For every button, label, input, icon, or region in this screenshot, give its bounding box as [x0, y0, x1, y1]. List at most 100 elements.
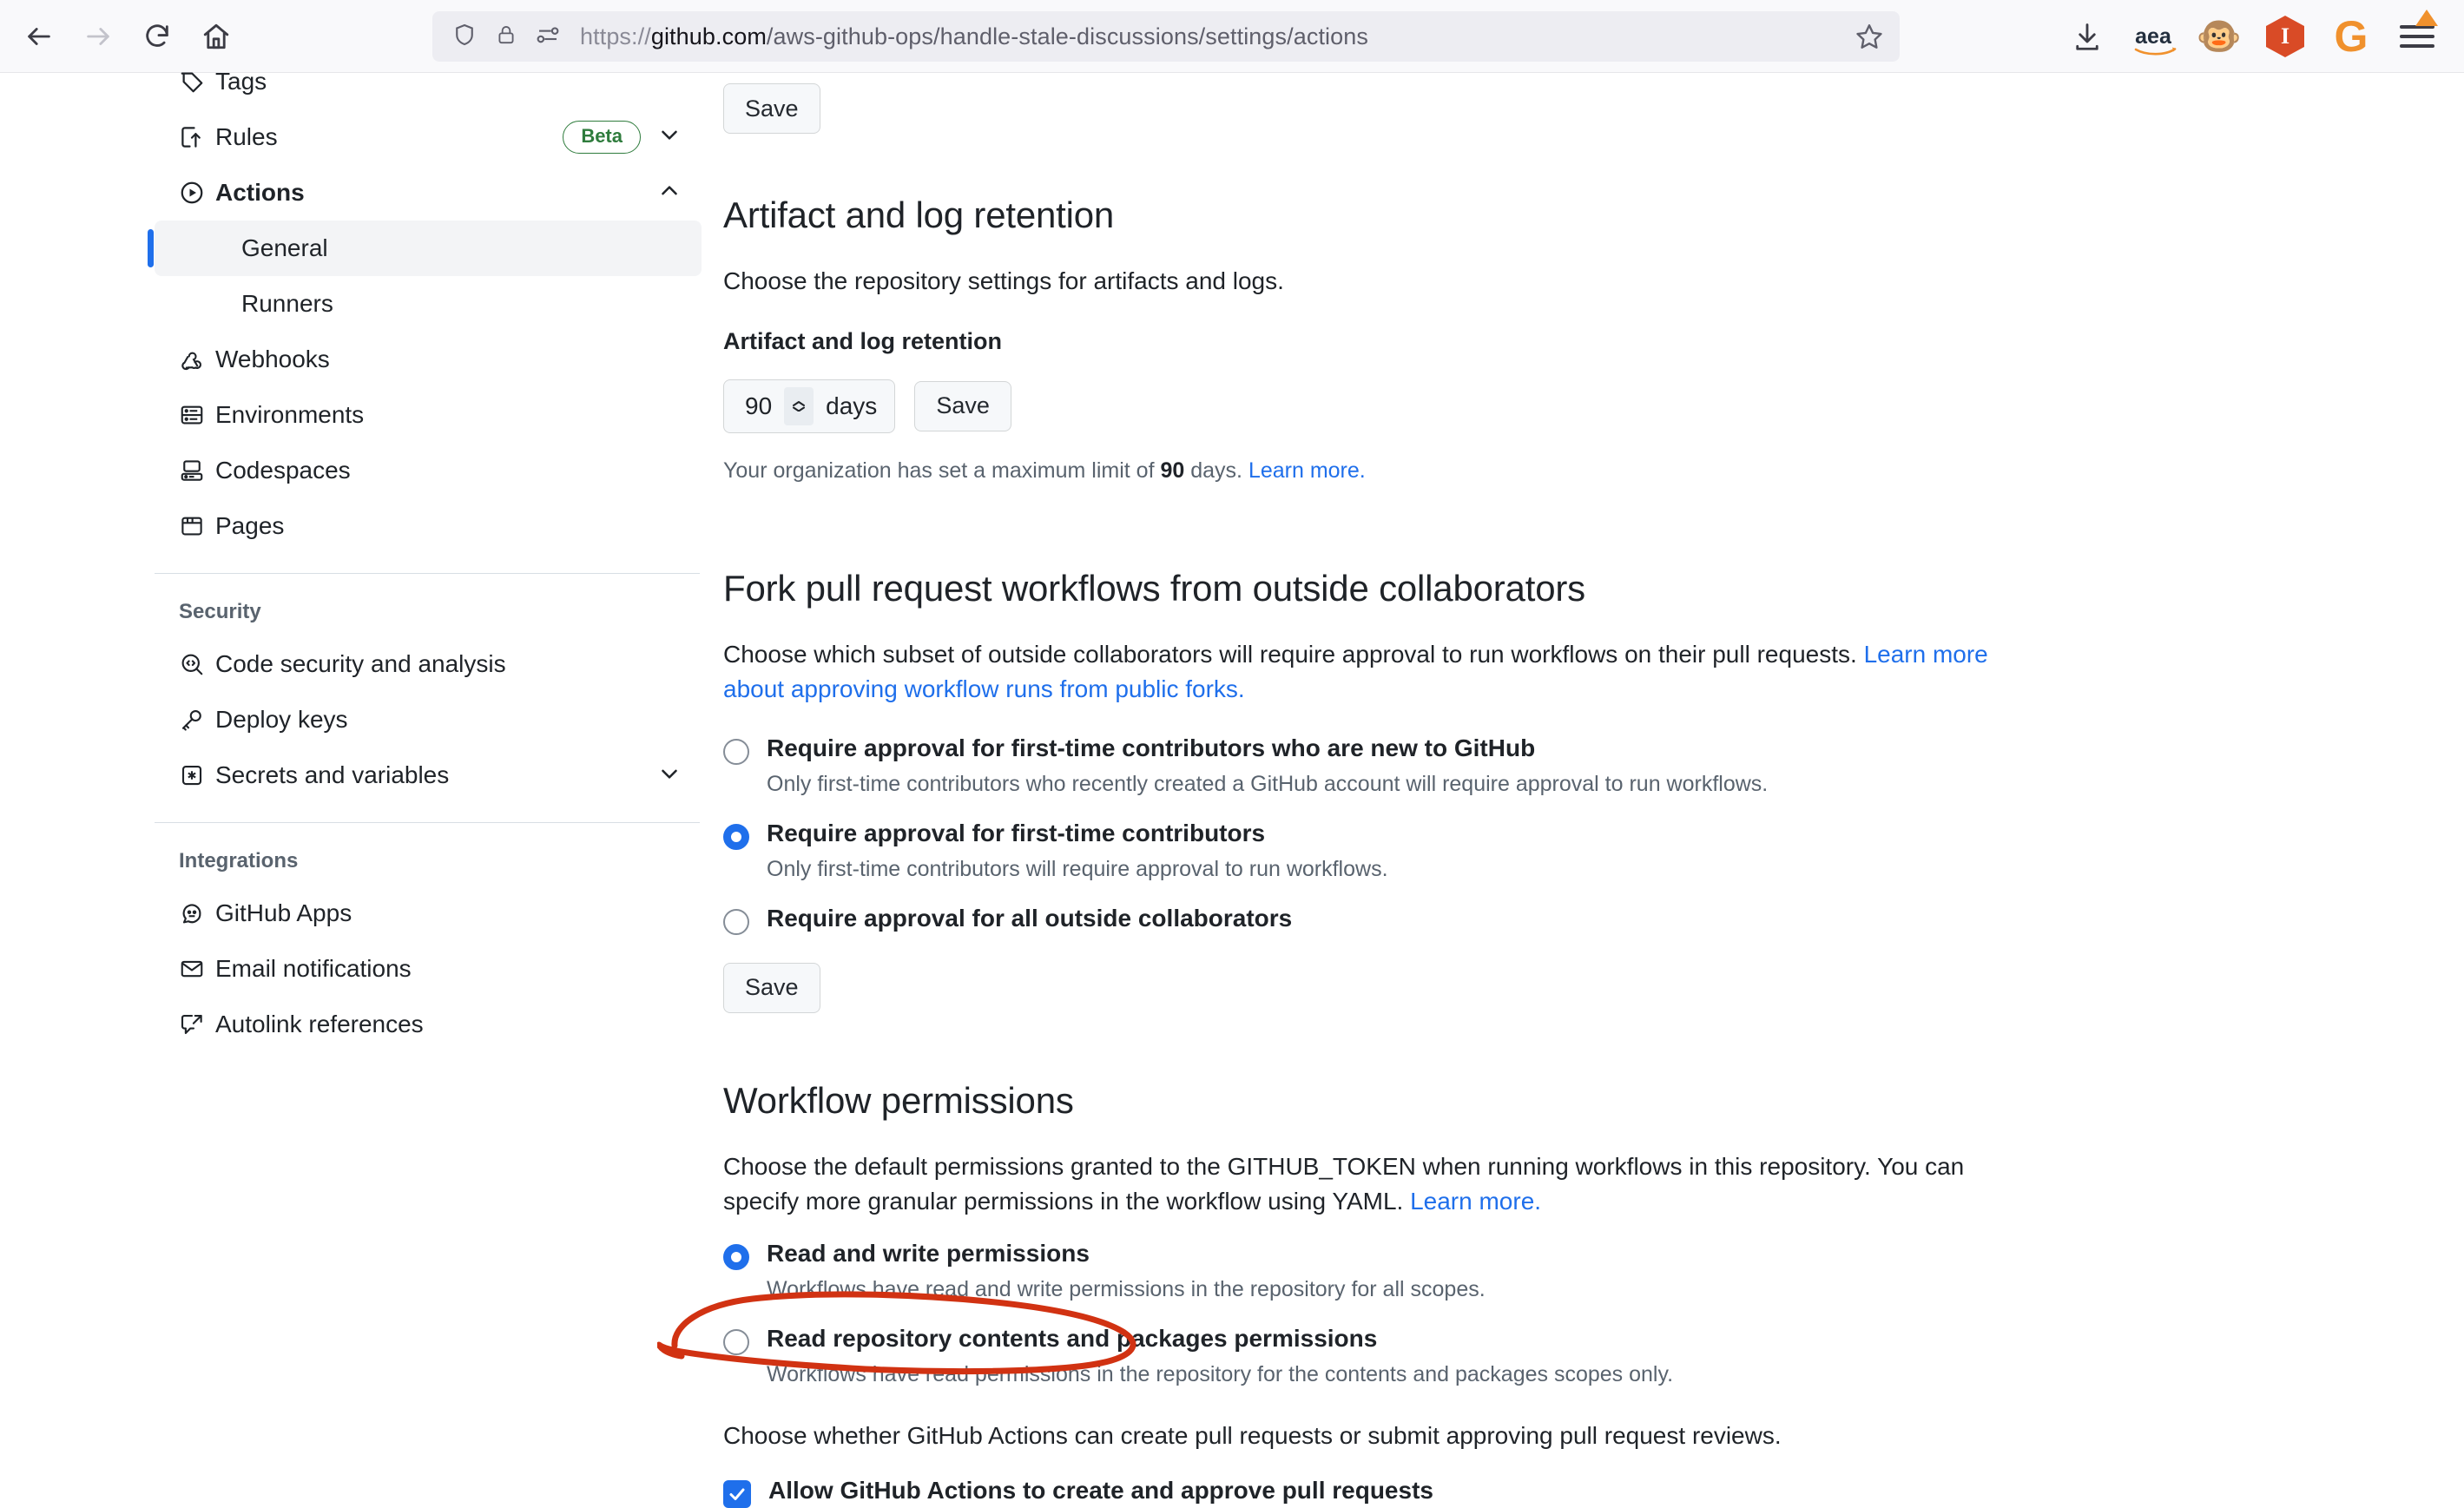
key-icon	[179, 707, 215, 733]
retention-days-stepper[interactable]: 90 days	[723, 379, 896, 433]
fork-workflows-description: Choose which subset of outside collabora…	[723, 641, 1988, 702]
sidebar-item-code-security-and-analysis[interactable]: Code security and analysis	[155, 636, 702, 692]
code-scan-icon	[179, 651, 215, 677]
hexagon-i-label: I	[2266, 16, 2304, 57]
radio-label: Require approval for first-time contribu…	[767, 734, 1536, 761]
radio-button-selected[interactable]	[723, 823, 749, 850]
radio-option-first-time-contributors[interactable]: Require approval for first-time contribu…	[723, 820, 2039, 850]
artifact-retention-field-label: Artifact and log retention	[723, 327, 1003, 354]
sidebar-item-label: GitHub Apps	[215, 899, 352, 926]
external-link-comment-icon	[179, 1011, 215, 1037]
sidebar-item-label: Pages	[215, 512, 285, 539]
checkbox-allow-actions-create-approve-prs[interactable]: Allow GitHub Actions to create and appro…	[723, 1477, 2043, 1508]
checkbox-checked-icon[interactable]	[723, 1480, 751, 1508]
play-circle-icon	[179, 180, 215, 206]
sidebar-item-tags[interactable]: Tags	[155, 54, 702, 109]
sidebar-item-label: Email notifications	[215, 955, 412, 982]
update-triangle-icon	[2415, 10, 2438, 26]
server-icon	[179, 402, 215, 428]
sidebar-item-label: Code security and analysis	[215, 650, 506, 677]
radio-option-first-time-new-to-github[interactable]: Require approval for first-time contribu…	[723, 734, 2039, 765]
sidebar-item-label: Secrets and variables	[215, 761, 450, 788]
sidebar-item-label: Environments	[215, 401, 365, 428]
settings-sidebar: Tags Rules Beta Actions General Runners …	[148, 68, 702, 1052]
retention-limit-value: 90	[1160, 458, 1185, 483]
radio-description: Only first-time contributors who recentl…	[767, 771, 1769, 796]
sidebar-item-label: Autolink references	[215, 1011, 424, 1037]
radio-button-selected[interactable]	[723, 1243, 749, 1270]
sidebar-item-label: Tags	[215, 68, 267, 95]
page-content: Tags Rules Beta Actions General Runners …	[0, 68, 2464, 1508]
sidebar-section-integrations: Integrations	[179, 849, 299, 873]
sidebar-item-general[interactable]: General	[148, 221, 702, 276]
sidebar-item-label: Actions	[215, 179, 305, 206]
sidebar-item-email-notifications[interactable]: Email notifications	[155, 941, 702, 997]
g-extension-icon[interactable]: G	[2318, 3, 2384, 69]
tag-icon	[179, 69, 215, 95]
radio-button[interactable]	[723, 738, 749, 765]
radio-description: Workflows have read permissions in the r…	[767, 1361, 1674, 1386]
chevron-down-icon[interactable]	[656, 122, 682, 152]
chevron-up-icon[interactable]	[656, 178, 682, 208]
webhook-icon	[179, 346, 215, 372]
workflow-permissions-learn-more-link[interactable]: Learn more.	[1410, 1188, 1541, 1215]
save-button-retention[interactable]: Save	[914, 380, 1011, 431]
envelope-icon	[179, 956, 215, 982]
downloads-icon[interactable]	[2054, 3, 2120, 69]
hexagon-i-extension-icon[interactable]: I	[2252, 3, 2318, 69]
sidebar-item-secrets-and-variables[interactable]: Secrets and variables	[155, 747, 702, 803]
monkey-avatar-icon[interactable]: 🐵	[2186, 3, 2252, 69]
address-bar-url: https://github.com/aws-github-ops/handle…	[580, 23, 1368, 49]
sidebar-item-environments[interactable]: Environments	[155, 387, 702, 443]
workflow-permissions-description: Choose the default permissions granted t…	[723, 1153, 1965, 1215]
sidebar-item-label: Webhooks	[215, 346, 330, 372]
browser-menu-icon[interactable]	[2384, 3, 2450, 69]
sidebar-item-pages[interactable]: Pages	[155, 498, 702, 554]
artifact-retention-description: Choose the repository settings for artif…	[723, 267, 1284, 294]
radio-option-all-outside-collaborators[interactable]: Require approval for all outside collabo…	[723, 905, 2039, 935]
radio-option-read-and-write-permissions[interactable]: Read and write permissions	[723, 1240, 2043, 1270]
save-button-fork[interactable]: Save	[723, 962, 820, 1013]
radio-label: Require approval for all outside collabo…	[767, 904, 1293, 932]
radio-description: Only first-time contributors will requir…	[767, 856, 1388, 881]
apps-robot-icon	[179, 900, 215, 926]
retention-limit-note: Your organization has set a maximum limi…	[723, 458, 1366, 483]
sidebar-section-security: Security	[179, 600, 261, 623]
workflow-permissions-heading: Workflow permissions	[723, 1080, 1074, 1121]
shield-icon[interactable]	[451, 22, 478, 52]
back-arrow-icon[interactable]	[12, 10, 66, 63]
radio-label: Require approval for first-time contribu…	[767, 819, 1266, 846]
sidebar-item-github-apps[interactable]: GitHub Apps	[155, 886, 702, 941]
chevron-down-icon[interactable]	[656, 761, 682, 791]
radio-label: Read repository contents and packages pe…	[767, 1324, 1378, 1352]
codespaces-icon	[179, 458, 215, 484]
fork-workflows-heading: Fork pull request workflows from outside…	[723, 568, 1585, 609]
retention-days-unit: days	[826, 392, 878, 419]
asterisk-box-icon	[179, 762, 215, 788]
amazon-aea-extension-icon[interactable]: aea	[2120, 3, 2186, 69]
sidebar-item-rules[interactable]: Rules Beta	[155, 109, 702, 165]
sidebar-item-runners[interactable]: Runners	[155, 276, 702, 332]
forward-arrow-icon	[71, 10, 125, 63]
radio-button[interactable]	[723, 1328, 749, 1355]
g-extension-label: G	[2334, 12, 2368, 61]
retention-learn-more-link[interactable]: Learn more.	[1248, 458, 1366, 483]
save-button-top[interactable]: Save	[723, 83, 820, 134]
pull-request-permissions-note: Choose whether GitHub Actions can create…	[723, 1421, 1782, 1449]
radio-description: Workflows have read and write permission…	[767, 1276, 1486, 1301]
sidebar-item-autolink-references[interactable]: Autolink references	[155, 997, 702, 1052]
radio-button[interactable]	[723, 908, 749, 935]
lock-icon[interactable]	[495, 22, 517, 52]
sidebar-item-webhooks[interactable]: Webhooks	[155, 332, 702, 387]
radio-option-read-repository-contents-and-packages[interactable]: Read repository contents and packages pe…	[723, 1325, 2043, 1355]
stepper-arrows-icon[interactable]	[784, 386, 814, 425]
sidebar-item-deploy-keys[interactable]: Deploy keys	[155, 692, 702, 747]
sidebar-item-codespaces[interactable]: Codespaces	[155, 443, 702, 498]
monkey-glyph: 🐵	[2196, 16, 2243, 56]
sidebar-item-label: Runners	[241, 290, 333, 317]
bookmark-star-icon[interactable]	[1855, 22, 1884, 56]
browser-window-icon	[179, 513, 215, 539]
sidebar-item-actions[interactable]: Actions	[155, 165, 702, 221]
permissions-icon[interactable]	[535, 22, 561, 52]
aea-extension-label: aea	[2135, 23, 2171, 49]
